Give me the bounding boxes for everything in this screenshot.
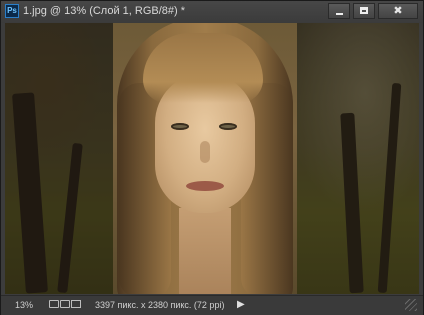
- maximize-button[interactable]: [353, 3, 375, 19]
- resize-grip-icon[interactable]: [405, 299, 417, 311]
- status-bar: 13% 3397 пикс. x 2380 пикс. (72 ppi) ▶: [1, 295, 423, 315]
- mask-icon[interactable]: [60, 300, 70, 308]
- title-bar[interactable]: Ps 1.jpg @ 13% (Слой 1, RGB/8#) * ✖: [1, 1, 423, 23]
- image-canvas[interactable]: [5, 23, 419, 294]
- zoom-level[interactable]: 13%: [15, 300, 33, 310]
- document-title: 1.jpg @ 13% (Слой 1, RGB/8#) *: [23, 5, 186, 17]
- status-menu-arrow-icon[interactable]: ▶: [237, 299, 245, 310]
- photoshop-icon: Ps: [5, 4, 19, 18]
- right-eye: [219, 123, 237, 130]
- minimize-icon: [336, 13, 343, 15]
- maximize-icon: [360, 7, 368, 14]
- minimize-button[interactable]: [328, 3, 350, 19]
- hair-fringe: [143, 33, 263, 103]
- document-window: Ps 1.jpg @ 13% (Слой 1, RGB/8#) * ✖ 13%: [0, 0, 424, 315]
- document-info: 3397 пикс. x 2380 пикс. (72 ppi): [95, 300, 225, 310]
- close-icon: ✖: [393, 5, 403, 17]
- outside-area-right: [297, 23, 419, 294]
- outside-area-left: [5, 23, 113, 294]
- left-eye: [171, 123, 189, 130]
- layer-comp-icon[interactable]: [49, 300, 59, 308]
- export-icon[interactable]: [71, 300, 81, 308]
- lips: [186, 181, 224, 191]
- close-button[interactable]: ✖: [378, 3, 418, 19]
- active-layer-area[interactable]: [113, 23, 297, 294]
- nose: [200, 141, 210, 163]
- neck: [179, 208, 231, 294]
